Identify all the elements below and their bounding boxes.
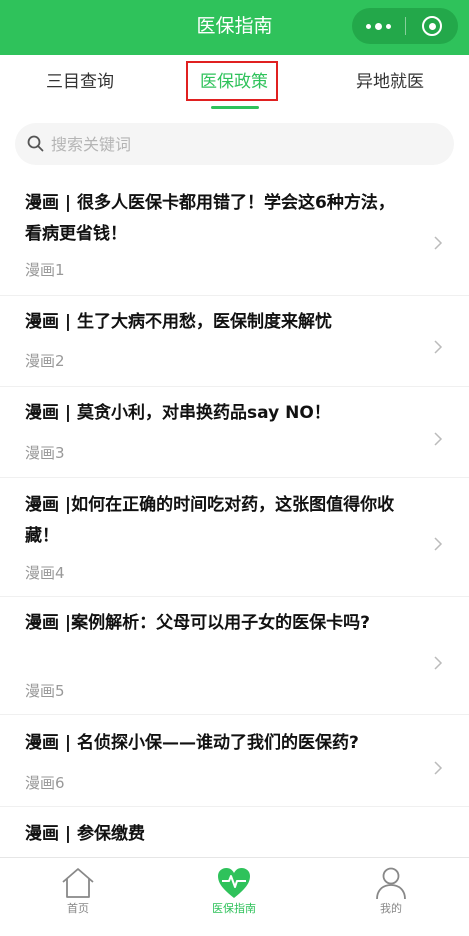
title-bar: 医保指南 bbox=[0, 0, 469, 55]
article-subtitle: 漫画4 bbox=[25, 564, 65, 582]
article-subtitle: 漫画3 bbox=[25, 444, 65, 462]
article-title: 漫画 | 参保缴费 bbox=[25, 824, 146, 844]
close-miniprogram-button[interactable] bbox=[406, 8, 458, 44]
article-title: 漫画 | 生了大病不用愁，医保制度来解忧 bbox=[25, 312, 333, 332]
active-tab-highlight-box bbox=[186, 61, 278, 101]
article-title: 漫画 | 很多人医保卡都用错了！学会这6种方法，看病更省钱！ bbox=[25, 193, 395, 244]
article-title: 漫画 |如何在正确的时间吃对药，这张图值得你收藏！ bbox=[25, 495, 395, 546]
more-button[interactable] bbox=[352, 8, 405, 44]
nav-label: 首页 bbox=[67, 902, 89, 915]
list-item[interactable]: 漫画 | 名侦探小保——谁动了我们的医保药? 漫画6 bbox=[0, 715, 469, 807]
chevron-right-icon bbox=[434, 340, 443, 354]
article-subtitle: 漫画2 bbox=[25, 352, 65, 370]
heart-pulse-icon bbox=[218, 868, 250, 898]
home-icon bbox=[62, 868, 94, 898]
search-bar[interactable] bbox=[15, 123, 454, 165]
more-dot-icon bbox=[386, 23, 391, 29]
chevron-right-icon bbox=[434, 537, 443, 551]
article-subtitle: 漫画5 bbox=[25, 682, 65, 700]
chevron-right-icon bbox=[434, 761, 443, 775]
article-subtitle: 漫画6 bbox=[25, 774, 65, 792]
active-tab-indicator bbox=[211, 106, 259, 109]
search-input[interactable] bbox=[51, 123, 441, 165]
chevron-right-icon bbox=[434, 432, 443, 446]
nav-home[interactable]: 首页 bbox=[38, 858, 118, 936]
tab-remote-medical[interactable]: 异地就医 bbox=[340, 55, 440, 109]
nav-profile[interactable]: 我的 bbox=[351, 858, 431, 936]
article-title: 漫画 | 名侦探小保——谁动了我们的医保药? bbox=[25, 733, 359, 753]
target-icon bbox=[422, 16, 442, 36]
chevron-right-icon bbox=[434, 656, 443, 670]
nav-insurance-guide[interactable]: 医保指南 bbox=[194, 858, 274, 936]
tab-catalog-query[interactable]: 三目查询 bbox=[30, 55, 130, 109]
nav-label: 医保指南 bbox=[212, 902, 256, 915]
user-icon bbox=[376, 867, 406, 900]
article-title: 漫画 |案例解析：父母可以用子女的医保卡吗? bbox=[25, 613, 370, 633]
miniprogram-capsule bbox=[352, 8, 458, 44]
nav-label: 我的 bbox=[380, 902, 402, 915]
more-dot-icon bbox=[375, 22, 382, 30]
search-icon bbox=[27, 135, 44, 152]
list-item[interactable]: 漫画 |如何在正确的时间吃对药，这张图值得你收藏！ 漫画4 bbox=[0, 478, 469, 597]
article-title: 漫画 | 莫贪小利，对串换药品say NO！ bbox=[25, 403, 331, 423]
more-dot-icon bbox=[366, 23, 371, 29]
chevron-right-icon bbox=[434, 236, 443, 250]
list-item[interactable]: 漫画 |案例解析：父母可以用子女的医保卡吗? 漫画5 bbox=[0, 597, 469, 715]
list-item[interactable]: 漫画 | 莫贪小利，对串换药品say NO！ 漫画3 bbox=[0, 387, 469, 478]
list-item[interactable]: 漫画 | 很多人医保卡都用错了！学会这6种方法，看病更省钱！ 漫画1 bbox=[0, 180, 469, 296]
bottom-tab-bar: 首页 医保指南 我的 bbox=[0, 857, 469, 936]
list-item[interactable]: 漫画 | 生了大病不用愁，医保制度来解忧 漫画2 bbox=[0, 296, 469, 387]
article-subtitle: 漫画1 bbox=[25, 261, 65, 279]
